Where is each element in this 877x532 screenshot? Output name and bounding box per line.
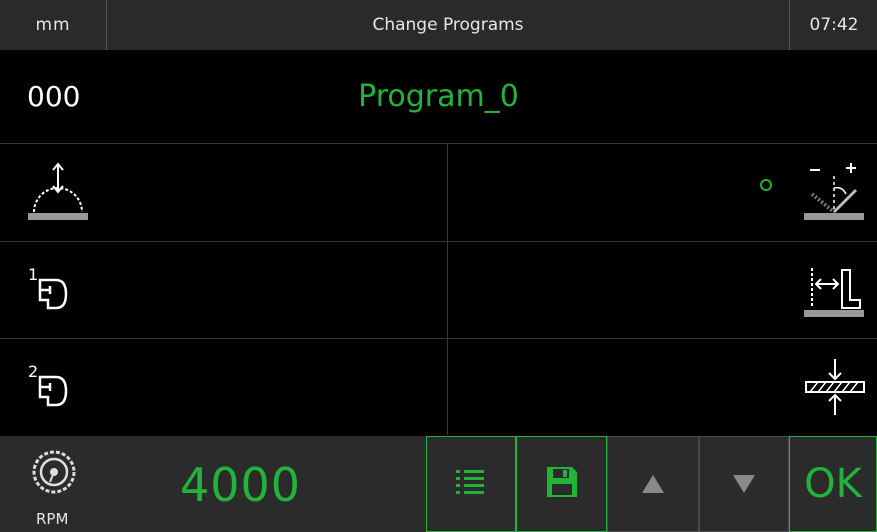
clamp-2-icon[interactable]: 2 — [26, 361, 80, 413]
material-thickness-icon[interactable] — [804, 357, 866, 417]
blade-tilt-angle-icon[interactable] — [802, 162, 866, 224]
program-name[interactable]: Program_0 — [0, 50, 877, 143]
svg-text:1: 1 — [28, 265, 38, 284]
program-list-button[interactable] — [426, 436, 516, 532]
rpm-label: RPM — [36, 510, 69, 528]
fence-position-icon[interactable] — [802, 264, 866, 320]
clamp-2-row: 2 — [0, 339, 877, 435]
footer-bar: RPM 4000 OK — [0, 436, 877, 532]
status-indicator — [760, 179, 772, 191]
svg-text:2: 2 — [28, 362, 38, 381]
clamp-1-icon[interactable]: 1 — [26, 264, 80, 316]
machine-control-screen: mm Change Programs 07:42 000 Program_0 1… — [0, 0, 877, 532]
arrow-down-icon — [733, 475, 755, 493]
page-title: Change Programs — [372, 15, 524, 35]
previous-button[interactable] — [607, 436, 699, 532]
list-icon — [456, 468, 486, 500]
unit-indicator[interactable]: mm — [0, 0, 107, 50]
column-divider — [447, 242, 448, 338]
header-bar: mm Change Programs 07:42 — [0, 0, 877, 50]
rpm-value[interactable]: 4000 — [180, 458, 301, 512]
save-icon — [546, 466, 578, 502]
column-divider — [447, 144, 448, 241]
clamp-1-row: 1 — [0, 242, 877, 339]
save-button[interactable] — [516, 436, 607, 532]
column-divider — [447, 339, 448, 435]
clock: 07:42 — [789, 0, 877, 50]
next-button[interactable] — [699, 436, 789, 532]
blade-height-icon[interactable] — [26, 162, 90, 224]
ok-button[interactable]: OK — [789, 436, 877, 532]
blade-settings-row — [0, 144, 877, 242]
arrow-up-icon — [642, 475, 664, 493]
program-row[interactable]: 000 Program_0 — [0, 50, 877, 144]
saw-blade-icon — [30, 448, 78, 500]
